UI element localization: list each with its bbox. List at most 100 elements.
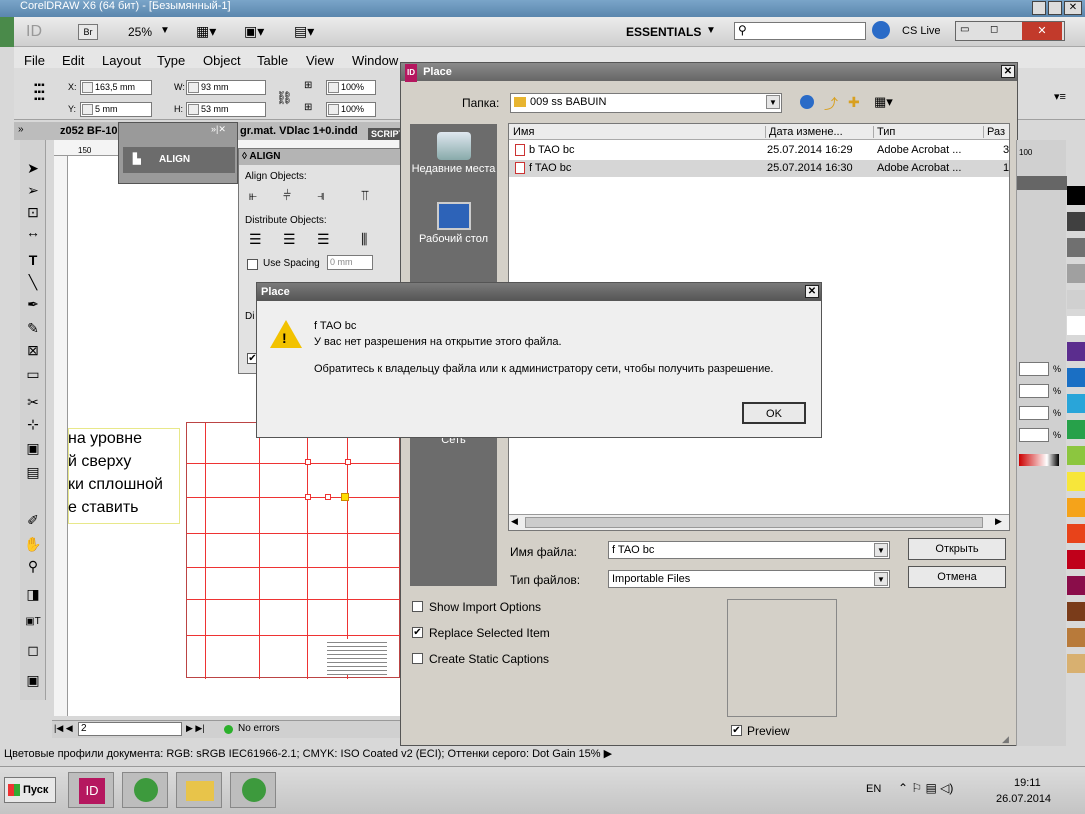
distribute-center-icon[interactable]: ☰	[283, 231, 296, 248]
menu-file[interactable]: File	[24, 53, 45, 68]
scroll-thumb[interactable]	[525, 517, 983, 528]
palette-swatch[interactable]	[1067, 446, 1085, 465]
palette-swatch[interactable]	[1067, 472, 1085, 491]
col-size[interactable]: Раз	[983, 126, 1005, 138]
fill-stroke-icon[interactable]: ◨	[23, 586, 43, 603]
scroll-left-icon[interactable]: ◀	[511, 516, 518, 527]
resize-grip-icon[interactable]: ◢	[1002, 734, 1009, 745]
palette-swatch[interactable]	[1067, 420, 1085, 439]
h-field[interactable]: 53 mm	[186, 102, 266, 117]
gradient-tool-icon[interactable]: ▣	[23, 440, 43, 457]
palette-swatch[interactable]	[1067, 654, 1085, 673]
search-input[interactable]: ⚲	[734, 22, 866, 40]
preflight-status[interactable]: No errors	[238, 723, 280, 734]
direct-selection-tool-icon[interactable]: ➢	[23, 182, 43, 199]
taskbar-coreldraw-2[interactable]	[230, 772, 276, 808]
page-number-field[interactable]: 2	[78, 722, 182, 736]
first-page-icon[interactable]: |◀ ◀	[54, 723, 73, 734]
filetype-select[interactable]: Importable Files ▼	[608, 570, 890, 588]
filename-field[interactable]: f TAO bc ▼	[608, 541, 890, 559]
w-stepper-icon[interactable]	[188, 82, 199, 93]
menu-edit[interactable]: Edit	[62, 53, 84, 68]
pen-tool-icon[interactable]: ✒	[23, 296, 43, 313]
free-transform-tool-icon[interactable]: ⊹	[23, 416, 43, 433]
filename-dropdown-icon[interactable]: ▼	[874, 543, 888, 557]
swatch-tint-row[interactable]	[1019, 384, 1049, 398]
taskbar-coreldraw-1[interactable]	[122, 772, 168, 808]
palette-swatch[interactable]	[1067, 316, 1085, 335]
palette-swatch[interactable]	[1067, 264, 1085, 283]
palette-swatch[interactable]	[1067, 628, 1085, 647]
x-field[interactable]: 163,5 mm	[80, 80, 152, 95]
zoom-dropdown-icon[interactable]: ▼	[160, 25, 170, 36]
align-horizontal-centers-icon[interactable]: ⫩	[283, 187, 291, 204]
tray-icons[interactable]: ⌃ ⚐ ▤ ◁)	[898, 781, 953, 795]
error-dialog-close-icon[interactable]: ✕	[805, 285, 819, 298]
scale-y-stepper-icon[interactable]	[328, 104, 339, 115]
app-minimize-icon[interactable]: ▭	[960, 24, 969, 35]
swatch-tint-row[interactable]	[1019, 406, 1049, 420]
screen-mode-tool-icon[interactable]: ▣	[23, 672, 43, 689]
desktop-item[interactable]: Рабочий стол	[410, 202, 497, 245]
menu-type[interactable]: Type	[157, 53, 185, 68]
clock-time[interactable]: 19:11	[1014, 777, 1041, 789]
selection-handle[interactable]	[345, 459, 351, 465]
file-row[interactable]: b TAO bc 25.07.2014 16:29 Adobe Acrobat …	[509, 142, 1009, 159]
gap-tool-icon[interactable]: ↔	[23, 224, 43, 240]
taskbar-indesign[interactable]: ID	[68, 772, 114, 808]
cslive-label[interactable]: CS Live	[902, 25, 941, 37]
replace-selected-item-checkbox[interactable]: ✔	[412, 627, 423, 638]
palette-swatch[interactable]	[1067, 342, 1085, 361]
ok-button[interactable]: OK	[742, 402, 806, 424]
start-button[interactable]: Пуск	[4, 777, 56, 803]
menu-table[interactable]: Table	[257, 53, 288, 68]
formatting-icon[interactable]: ▣T	[23, 616, 43, 627]
spacing-field[interactable]: 0 mm	[327, 255, 373, 270]
app-close-icon[interactable]: ✕	[1022, 22, 1062, 40]
selection-center-handle[interactable]	[341, 493, 349, 501]
folder-dropdown-icon[interactable]: ▼	[766, 95, 780, 109]
language-indicator[interactable]: EN	[866, 783, 881, 795]
type-tool-icon[interactable]: T	[23, 252, 43, 268]
col-date[interactable]: Дата измене...	[765, 126, 843, 138]
rectangle-tool-icon[interactable]: ▭	[23, 366, 43, 383]
scissors-tool-icon[interactable]: ✂	[23, 394, 43, 411]
w-field[interactable]: 93 mm	[186, 80, 266, 95]
cancel-button[interactable]: Отмена	[908, 566, 1006, 588]
preview-checkbox[interactable]: ✔	[731, 725, 742, 736]
workspace-dropdown-icon[interactable]: ▼	[706, 25, 716, 36]
taskbar-explorer[interactable]	[176, 772, 222, 808]
use-spacing-checkbox[interactable]	[247, 259, 258, 270]
palette-swatch[interactable]	[1067, 212, 1085, 231]
open-button[interactable]: Открыть	[908, 538, 1006, 560]
menu-layout[interactable]: Layout	[102, 53, 141, 68]
note-tool-icon[interactable]: ▤	[23, 464, 43, 481]
menu-object[interactable]: Object	[203, 53, 241, 68]
selection-handle[interactable]	[305, 459, 311, 465]
palette-swatch[interactable]	[1067, 602, 1085, 621]
panel-collapse-icon[interactable]: »|✕	[211, 124, 226, 135]
col-name[interactable]: Имя	[513, 126, 534, 138]
restore-icon[interactable]	[1048, 1, 1062, 15]
zoom-level[interactable]: 25%	[128, 25, 152, 39]
up-folder-icon[interactable]: ⤴	[824, 94, 838, 114]
palette-swatch[interactable]	[1067, 550, 1085, 569]
line-tool-icon[interactable]: ╲	[23, 274, 43, 291]
place-dialog-close-icon[interactable]: ✕	[1001, 65, 1015, 78]
recent-places-item[interactable]: Недавние места	[410, 132, 497, 175]
view-menu-icon[interactable]: ▦▾	[874, 94, 893, 110]
collapse-panels-icon[interactable]: »	[18, 124, 24, 135]
reference-point-icon[interactable]: ▪▪▪ ▪▪▪ ▪▪▪	[34, 81, 56, 105]
minimize-icon[interactable]	[1032, 1, 1046, 15]
menu-view[interactable]: View	[306, 53, 334, 68]
align-left-edges-icon[interactable]: ⫦	[249, 187, 257, 204]
page-tool-icon[interactable]: ⊡	[23, 204, 43, 221]
scale-x-field[interactable]: 100%	[326, 80, 376, 95]
palette-swatch[interactable]	[1067, 238, 1085, 257]
selection-handle[interactable]	[325, 494, 331, 500]
y-field[interactable]: 5 mm	[80, 102, 152, 117]
new-folder-icon[interactable]: ✚	[848, 94, 860, 111]
selection-tool-icon[interactable]: ➤	[23, 160, 43, 177]
filetype-dropdown-icon[interactable]: ▼	[874, 572, 888, 586]
gradient-ramp[interactable]	[1019, 454, 1059, 466]
